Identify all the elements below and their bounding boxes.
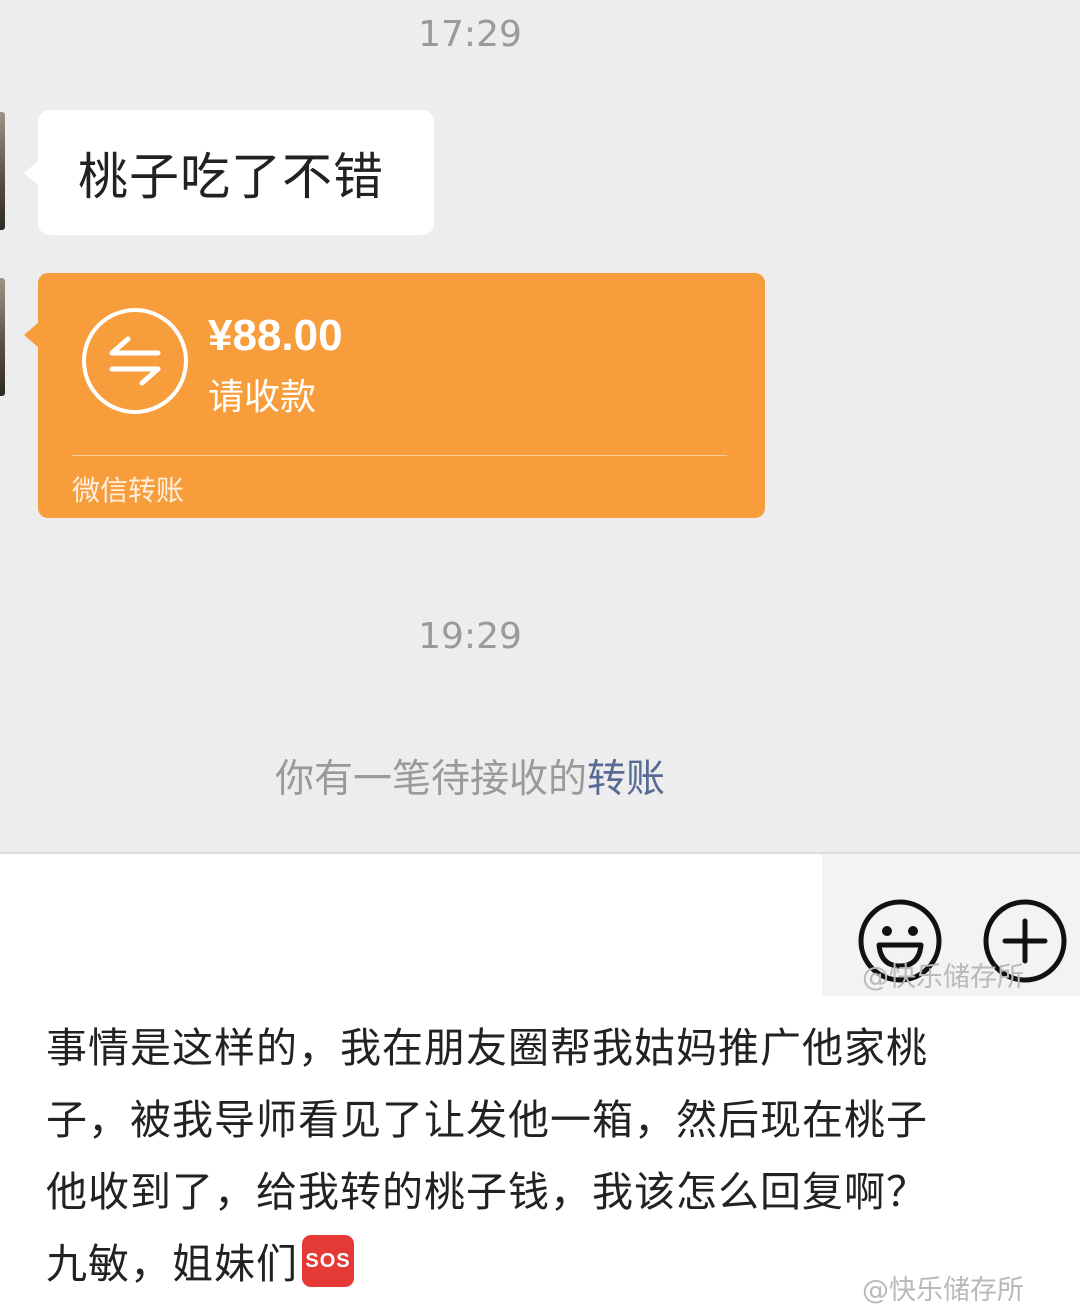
message-input[interactable] — [0, 878, 822, 996]
sos-emoji-icon: SOS — [302, 1235, 354, 1287]
avatar[interactable] — [0, 278, 5, 396]
caption-line: 事情是这样的，我在朋友圈帮我姑妈推广他家桃 — [46, 1024, 928, 1072]
chat-area: 17:29 桃子吃了不错 ¥88.00 请收款 微信转账 19:29 你有一笔待… — [0, 0, 1080, 852]
transfer-link[interactable]: 转账 — [587, 757, 665, 802]
pending-transfer-notice: 你有一笔待接收的转账 — [0, 748, 940, 804]
caption-text: 九敏，姐妹们 — [46, 1240, 298, 1288]
notice-text: 你有一笔待接收的 — [274, 757, 587, 802]
watermark: @快乐储存所 — [862, 1275, 1024, 1306]
bubble-tail — [24, 160, 39, 186]
message-text: 桃子吃了不错 — [78, 147, 384, 206]
caption-line: 子，被我导师看见了让发他一箱，然后现在桃子 — [46, 1096, 928, 1144]
message-bubble[interactable]: 桃子吃了不错 — [38, 110, 434, 235]
timestamp: 19:29 — [418, 616, 522, 657]
transfer-arrows-icon — [82, 308, 188, 414]
transfer-card[interactable]: ¥88.00 请收款 微信转账 — [38, 273, 765, 518]
caption-line: 他收到了，给我转的桃子钱，我该怎么回复啊？ — [46, 1168, 928, 1216]
avatar[interactable] — [0, 112, 5, 230]
watermark: @快乐储存所 — [862, 962, 1024, 993]
transfer-status: 请收款 — [208, 377, 317, 418]
post-caption: 事情是这样的，我在朋友圈帮我姑妈推广他家桃 子，被我导师看见了让发他一箱，然后现… — [46, 1012, 1016, 1300]
bubble-tail — [24, 322, 39, 348]
transfer-amount: ¥88.00 — [208, 311, 343, 360]
transfer-footer: 微信转账 — [72, 474, 185, 507]
timestamp: 17:29 — [418, 14, 522, 55]
card-divider — [72, 455, 727, 456]
